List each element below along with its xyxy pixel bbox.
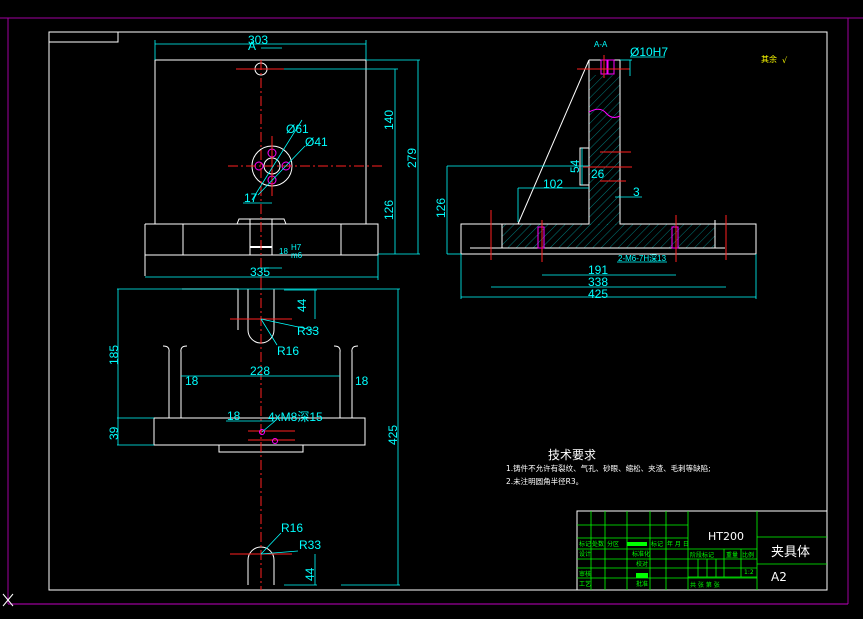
tech-req-title: 技术要求	[548, 448, 596, 462]
dim-dia61: Ø61	[286, 122, 309, 136]
dim-dia10h7: Ø10H7	[630, 45, 668, 59]
tb-mark: 标记	[579, 540, 591, 548]
dim-r33-bottom: R33	[299, 538, 321, 552]
dim-54: 54	[568, 159, 582, 173]
tb-date: 年 月 日	[667, 540, 689, 548]
dim-425-section: 425	[588, 287, 608, 301]
tb-ratio: 比例	[742, 551, 754, 559]
fit-m6: m6	[291, 251, 303, 260]
tb-review: 审核	[579, 570, 591, 578]
dim-r16-bottom: R16	[281, 521, 303, 535]
dim-18-right: 18	[355, 374, 369, 388]
section-mark-top: A	[248, 39, 256, 53]
dim-140: 140	[382, 110, 396, 130]
tb-approve: 批准	[636, 580, 648, 588]
dim-126: 126	[382, 200, 396, 220]
dim-228: 228	[250, 364, 270, 378]
dim-44-bottom: 44	[303, 567, 317, 581]
dim-18: 18	[279, 247, 288, 256]
roughness-symbol-icon: √	[782, 56, 788, 65]
tech-req-item-2: 2.未注明圆角半径R3。	[506, 476, 583, 486]
dim-17: 17	[244, 191, 258, 205]
tb-material: HT200	[708, 530, 744, 543]
thread-4xm8: 4xM8深15	[268, 410, 323, 424]
tb-drawing-no: A2	[771, 570, 787, 584]
tb-count: 处数	[592, 540, 604, 548]
thread-note: 2-M6-7H深13	[618, 254, 667, 263]
dim-425-top: 425	[386, 425, 400, 445]
cad-drawing-canvas[interactable]: 303 A 335 Ø61 Ø41 17 18 H7 m6 140 279 12…	[0, 0, 863, 619]
dim-279: 279	[405, 148, 419, 168]
section-title: A-A	[594, 40, 608, 49]
tb-process: 工艺	[579, 580, 591, 588]
dim-44-top: 44	[295, 298, 309, 312]
dim-26: 26	[591, 167, 605, 181]
top-view	[117, 280, 400, 590]
tb-sheets: 共 张 第 张	[690, 581, 720, 589]
dim-335: 335	[250, 265, 270, 279]
tb-weight: 重量	[726, 551, 738, 559]
dim-126-section: 126	[434, 198, 448, 218]
dim-18-left: 18	[185, 374, 199, 388]
dim-3: 3	[633, 185, 640, 199]
tb-design: 设计	[579, 550, 591, 558]
sheet-frame	[0, 17, 863, 605]
tech-req-item-1: 1.铸件不允许有裂纹、气孔、砂眼、缩松、夹渣、毛刺等缺陷;	[506, 463, 711, 473]
tb-scale: 1:2	[744, 569, 754, 576]
dim-39: 39	[107, 426, 121, 440]
dim-dia41: Ø41	[305, 135, 328, 149]
tb-part-name: 夹具体	[771, 545, 810, 560]
tb-zone: 分区	[607, 540, 619, 548]
dim-102: 102	[543, 177, 563, 191]
dim-r16-top: R16	[277, 344, 299, 358]
tb-standard: 标准化	[632, 550, 650, 558]
dim-18-mid: 18	[227, 409, 241, 423]
tb-proofread: 校对	[636, 560, 648, 568]
dim-185: 185	[107, 345, 121, 365]
dim-r33-top: R33	[297, 324, 319, 338]
roughness-label: 其余	[761, 54, 777, 64]
tb-stage: 阶段标记	[690, 551, 714, 559]
tb-sign: 标记	[651, 540, 663, 548]
